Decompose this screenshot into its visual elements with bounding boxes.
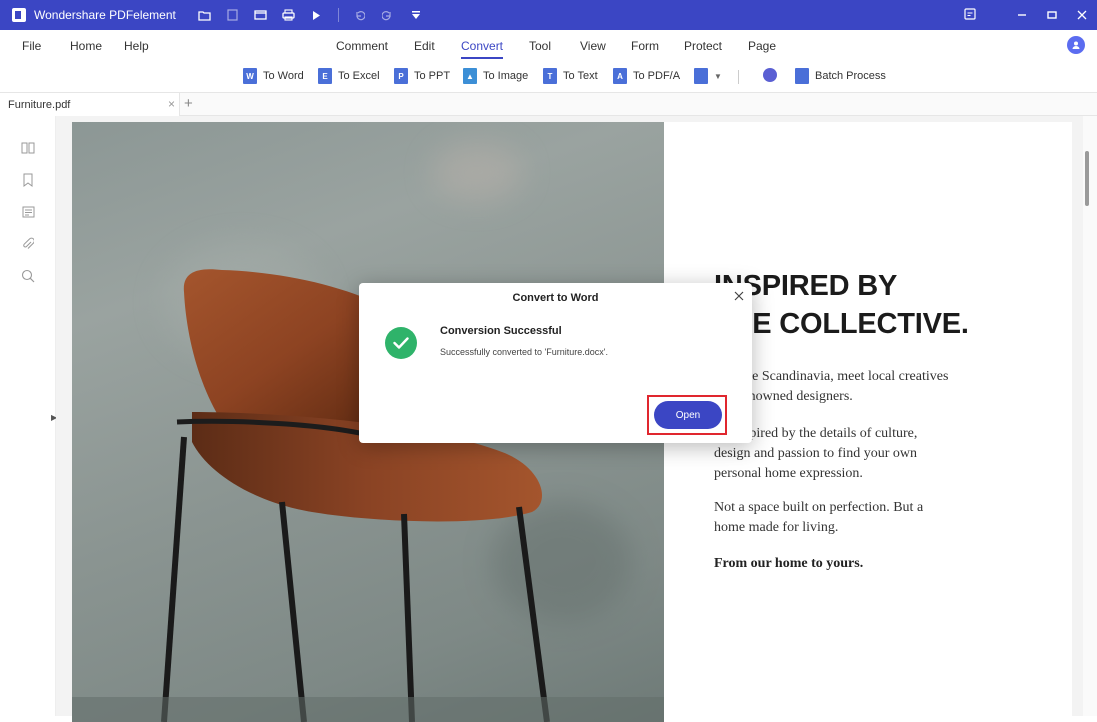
chevron-down-icon: ▼ xyxy=(714,71,722,81)
window-controls xyxy=(955,0,1097,30)
maximize-icon[interactable] xyxy=(1037,7,1067,23)
mail-icon[interactable] xyxy=(254,8,268,22)
ocr-button[interactable] xyxy=(763,68,777,82)
to-word-label: To Word xyxy=(263,70,304,82)
open-button-highlight: Open xyxy=(647,395,727,435)
to-ppt-button[interactable]: P To PPT xyxy=(394,68,450,84)
quick-access-toolbar xyxy=(198,8,423,22)
pdfa-file-icon: A xyxy=(613,68,627,84)
add-tab-icon[interactable]: + xyxy=(184,95,193,112)
to-excel-label: To Excel xyxy=(338,70,380,82)
paragraph-2-line-2: design and passion to find your own xyxy=(714,446,917,461)
left-sidebar: ▶ xyxy=(0,116,57,716)
bookmark-icon[interactable] xyxy=(20,172,36,188)
word-file-icon: W xyxy=(243,68,257,84)
dialog-close-icon[interactable] xyxy=(734,288,744,304)
headline-line-2: THE COLLECTIVE. xyxy=(714,308,969,340)
to-ppt-label: To PPT xyxy=(414,70,451,82)
menu-edit[interactable]: Edit xyxy=(414,39,435,53)
paragraph-3: Not a space built on perfection. But a h… xyxy=(714,498,964,538)
menu-protect[interactable]: Protect xyxy=(684,39,722,53)
dialog-title: Convert to Word xyxy=(512,292,599,304)
comment-icon[interactable] xyxy=(20,204,36,220)
to-pdfa-label: To PDF/A xyxy=(633,70,681,82)
tab-close-icon[interactable]: × xyxy=(168,97,175,111)
redo-icon[interactable] xyxy=(381,8,395,22)
more-formats-icon xyxy=(694,68,708,84)
title-bar: Wondershare PDFelement xyxy=(0,0,1097,30)
more-formats-dropdown[interactable]: ▼ xyxy=(694,68,722,84)
app-title: Wondershare PDFelement xyxy=(34,8,176,22)
batch-process-label: Batch Process xyxy=(815,70,886,82)
attachment-icon[interactable] xyxy=(20,236,36,252)
gear-icon xyxy=(763,68,777,82)
convert-to-word-dialog: Convert to Word Conversion Successful Su… xyxy=(359,283,752,443)
close-icon[interactable] xyxy=(1067,7,1097,23)
convert-ribbon: W To Word E To Excel P To PPT ▲ To Image… xyxy=(0,60,1097,92)
batch-process-icon xyxy=(795,68,809,84)
toolbar-divider xyxy=(337,8,339,22)
to-excel-button[interactable]: E To Excel xyxy=(318,68,380,84)
image-file-icon: ▲ xyxy=(463,68,477,84)
to-word-button[interactable]: W To Word xyxy=(243,68,304,84)
ribbon-divider xyxy=(738,70,739,84)
menu-file[interactable]: File xyxy=(22,39,41,53)
save-icon[interactable] xyxy=(226,8,240,22)
menu-convert[interactable]: Convert xyxy=(461,39,504,59)
document-tab-bar: Furniture.pdf × + xyxy=(0,92,1097,116)
paragraph-4: From our home to yours. xyxy=(714,556,864,571)
text-file-icon: T xyxy=(543,68,557,84)
to-text-label: To Text xyxy=(563,70,598,82)
thumbnail-icon[interactable] xyxy=(20,140,36,156)
menu-help[interactable]: Help xyxy=(124,39,149,53)
dialog-message: Successfully converted to 'Furniture.doc… xyxy=(440,347,609,357)
to-image-label: To Image xyxy=(483,70,529,82)
menu-tool[interactable]: Tool xyxy=(529,39,551,53)
undo-icon[interactable] xyxy=(353,8,367,22)
batch-process-button[interactable]: Batch Process xyxy=(795,68,886,84)
menu-form[interactable]: Form xyxy=(631,39,659,53)
menu-view[interactable]: View xyxy=(580,39,606,53)
paragraph-3-line-1: Not a space built on perfection. But a xyxy=(714,500,924,515)
menu-page[interactable]: Page xyxy=(748,39,776,53)
message-icon[interactable] xyxy=(955,7,985,23)
folder-icon[interactable] xyxy=(198,8,212,22)
print-icon[interactable] xyxy=(282,8,296,22)
to-pdfa-button[interactable]: A To PDF/A xyxy=(613,68,680,84)
search-icon[interactable] xyxy=(20,268,36,284)
tab-furniture-pdf[interactable]: Furniture.pdf xyxy=(0,93,180,116)
minimize-icon[interactable] xyxy=(1007,7,1037,23)
excel-file-icon: E xyxy=(318,68,332,84)
to-text-button[interactable]: T To Text xyxy=(543,68,598,84)
menu-bar: File Home Help Comment Edit Convert Tool… xyxy=(0,30,1097,60)
paragraph-3-line-2: home made for living. xyxy=(714,520,839,535)
user-avatar-icon[interactable] xyxy=(1067,36,1085,54)
vertical-scrollbar[interactable] xyxy=(1083,116,1097,716)
dialog-heading: Conversion Successful xyxy=(440,325,562,337)
menu-home[interactable]: Home xyxy=(70,39,102,53)
tab-label: Furniture.pdf xyxy=(8,98,71,111)
open-button[interactable]: Open xyxy=(654,401,722,429)
success-check-icon xyxy=(385,327,417,359)
paragraph-2-line-3: personal home expression. xyxy=(714,466,863,481)
menu-comment[interactable]: Comment xyxy=(336,39,388,53)
app-logo-icon xyxy=(12,8,26,22)
share-icon[interactable] xyxy=(310,8,324,22)
to-image-button[interactable]: ▲ To Image xyxy=(463,68,528,84)
scrollbar-thumb[interactable] xyxy=(1085,151,1089,206)
customize-dropdown-icon[interactable] xyxy=(409,8,423,22)
ppt-file-icon: P xyxy=(394,68,408,84)
